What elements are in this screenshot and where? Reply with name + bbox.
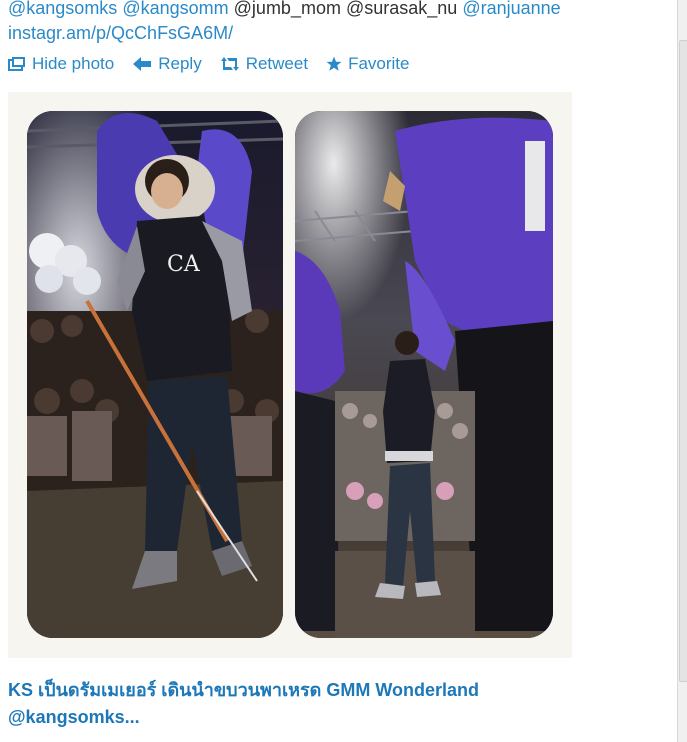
tweet-actions: Hide photo Reply Retweet Favorite xyxy=(8,53,428,75)
star-icon xyxy=(326,56,342,71)
favorite-button[interactable]: Favorite xyxy=(326,54,410,74)
caption-line-1: KS เป็นดรัมเมเยอร์ เดินนำขบวนพาเหรด GMM … xyxy=(8,680,480,700)
instagram-link[interactable]: instagr.am/p/QcChFsGA6M/ xyxy=(8,23,233,44)
hide-photo-label: Hide photo xyxy=(32,54,115,73)
tweet-mentions: @kangsomks @kangsomm @jumb_mom @surasak_… xyxy=(8,0,678,20)
photo-icon xyxy=(8,57,25,71)
svg-text:CA: CA xyxy=(167,252,201,277)
mention-kangsomks[interactable]: @kangsomks xyxy=(8,0,117,18)
mention-kangsomm[interactable]: @kangsomm xyxy=(122,0,228,18)
reply-button[interactable]: Reply xyxy=(132,54,202,74)
tweet-photo[interactable]: CA xyxy=(8,92,572,658)
caption-line-2: @kangsomks... xyxy=(8,707,140,727)
tweet-caption[interactable]: KS เป็นดรัมเมเยอร์ เดินนำขบวนพาเหรด GMM … xyxy=(8,677,608,731)
mention-surasak-nu[interactable]: @surasak_nu xyxy=(346,0,457,18)
retweet-label: Retweet xyxy=(245,54,309,73)
mention-jumb-mom[interactable]: @jumb_mom xyxy=(234,0,341,18)
scrollbar-thumb[interactable] xyxy=(679,40,687,682)
retweet-icon xyxy=(220,57,239,71)
vertical-scrollbar[interactable] xyxy=(677,0,687,742)
photo-panel-right xyxy=(295,111,553,638)
retweet-button[interactable]: Retweet xyxy=(220,54,308,74)
mention-ranjuanne[interactable]: @ranjuanne xyxy=(462,0,560,18)
hide-photo-button[interactable]: Hide photo xyxy=(8,54,114,74)
photo-panel-left: CA xyxy=(27,111,283,638)
reply-icon xyxy=(133,57,152,71)
parade-back-photo xyxy=(295,111,553,638)
reply-label: Reply xyxy=(158,54,202,73)
drum-major-photo: CA xyxy=(27,111,283,638)
favorite-label: Favorite xyxy=(348,54,410,73)
